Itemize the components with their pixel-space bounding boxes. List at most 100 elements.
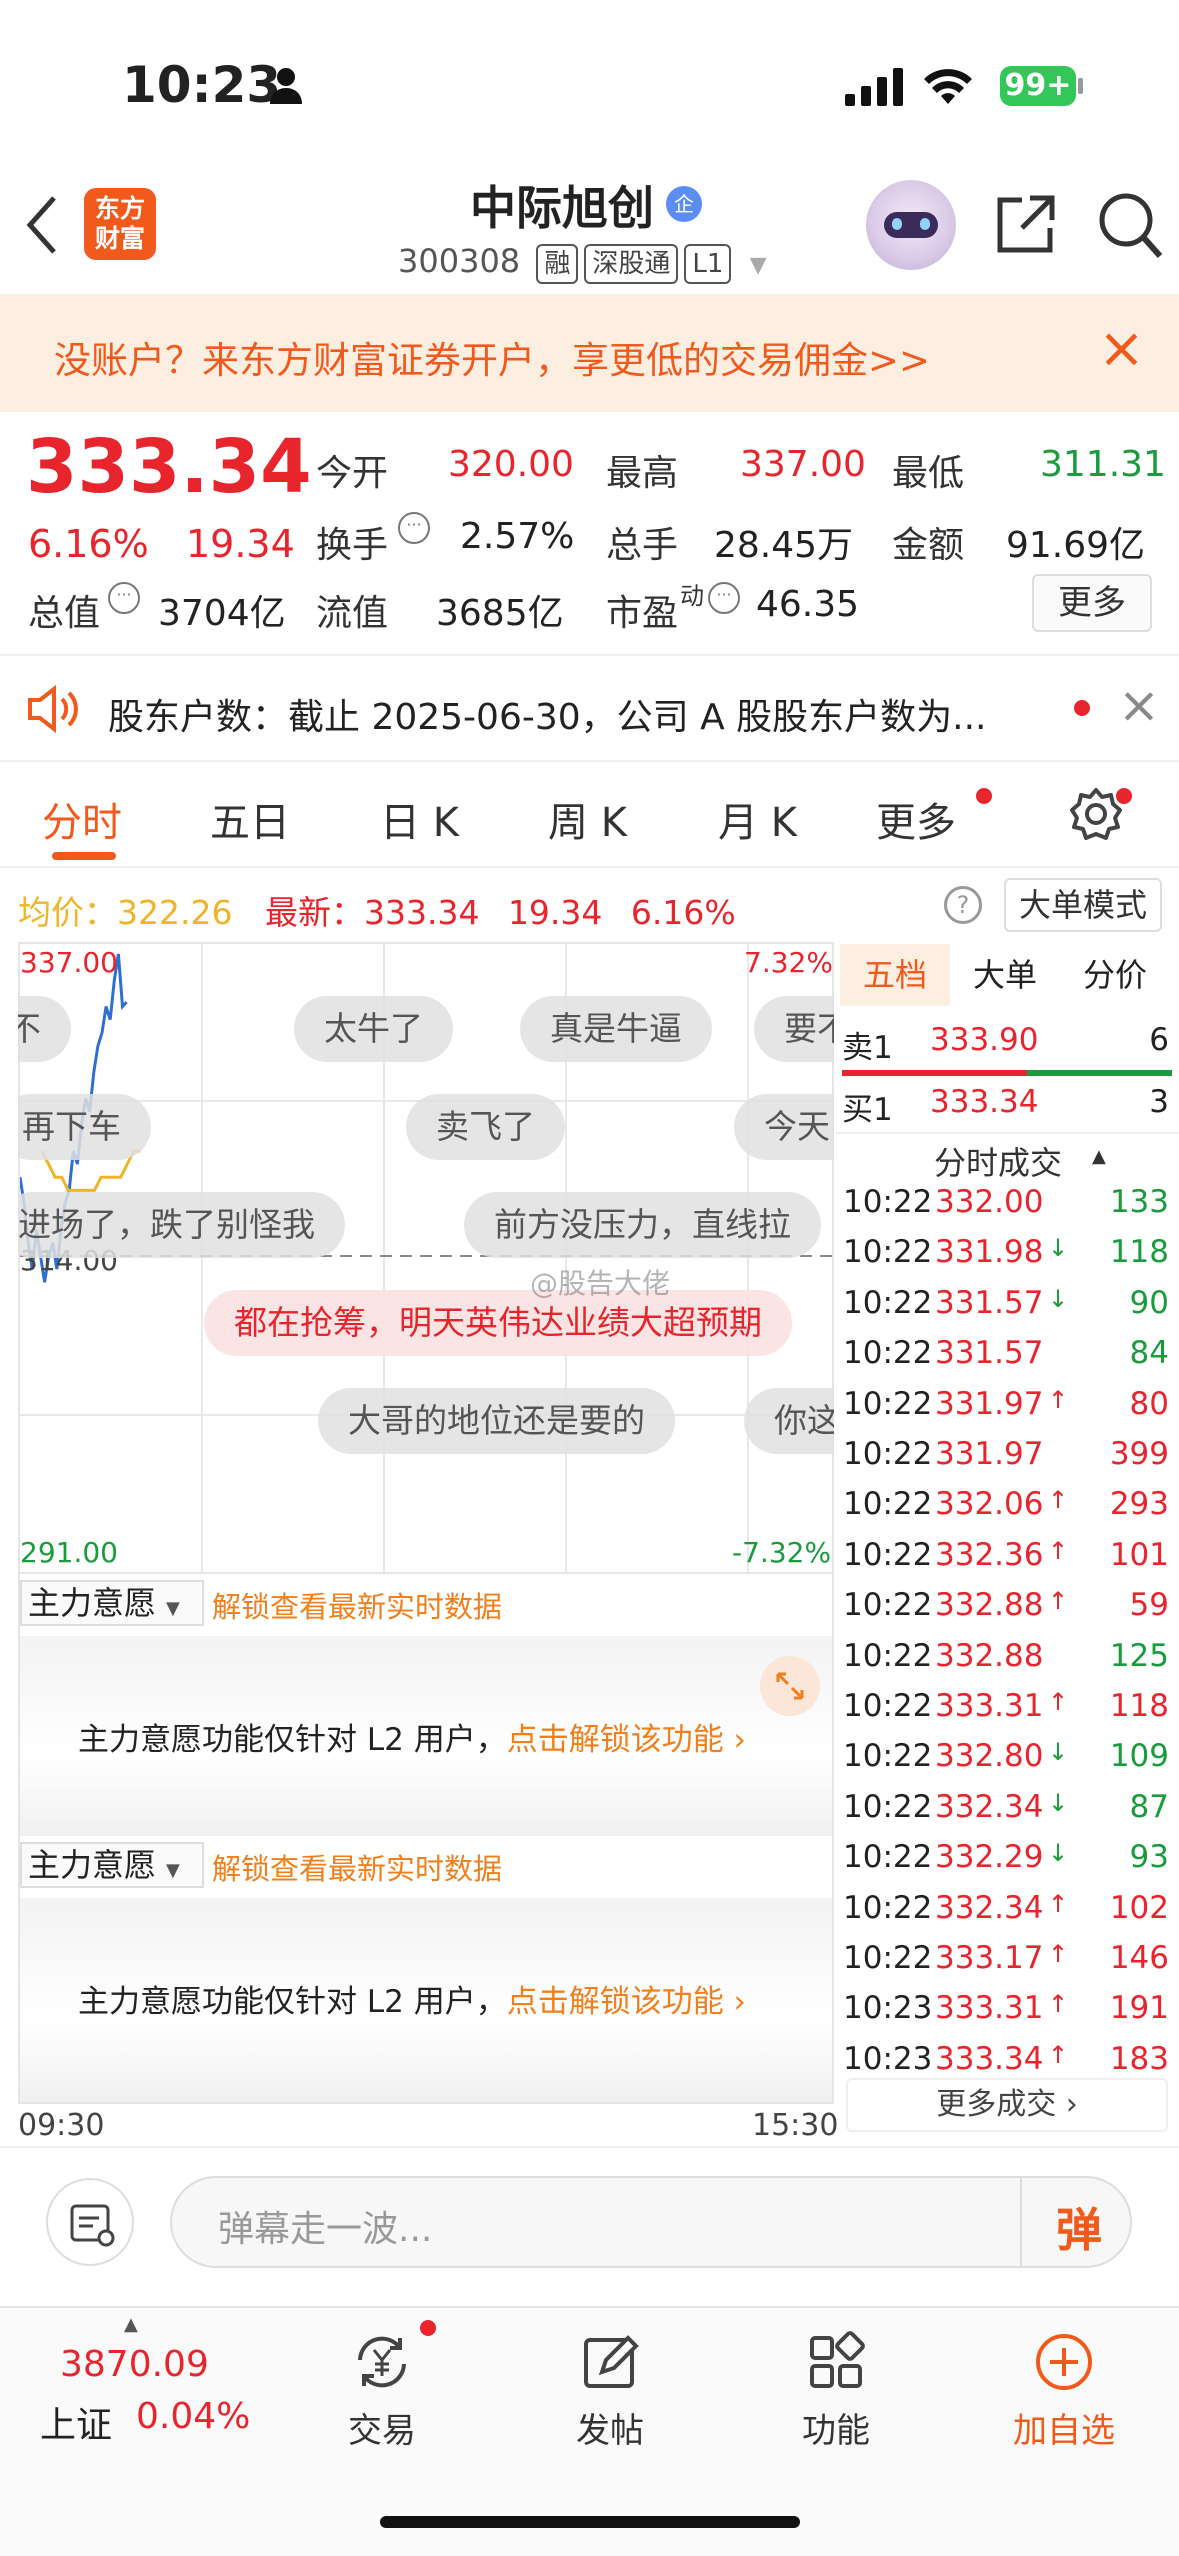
trade-row: 10:22 333.17 ↑ 146 [843,1940,1173,1990]
trade-price: 332.29 [935,1839,1044,1876]
trade-arrow: ↑ [1048,1889,1069,1918]
chevron-left-icon [26,196,56,254]
tab-daily-k[interactable]: 日 K [380,790,459,848]
danmu-settings-icon[interactable] [46,2178,134,2266]
trade-volume: 293 [1109,1486,1169,1523]
x-axis-start: 09:30 [18,2108,105,2143]
trade-price: 331.97 [935,1436,1044,1472]
trade-volume: 84 [1129,1335,1169,1372]
nav-post[interactable]: 发帖 [530,2330,690,2452]
latest-pct: 6.16% [630,893,736,932]
expand-icon[interactable] [760,1656,820,1716]
more-trades-button[interactable]: 更多成交 › [846,2078,1168,2132]
low-value: 311.31 [1040,444,1166,485]
trade-time: 10:22 [843,1587,933,1624]
trade-row: 10:22 333.31 ↑ 118 [843,1688,1173,1738]
latest-label: 最新： [264,893,364,932]
unlock-cta[interactable]: 点击解锁该功能 [507,1984,724,2020]
mcap-label: 总值 [28,593,101,634]
trade-time: 10:22 [843,1184,933,1220]
danmu-input[interactable]: 弹幕走一波... 弹 [170,2176,1132,2268]
turnover-value: 2.57% [460,516,575,557]
trade-time: 10:22 [843,1889,933,1926]
l2-message: 主力意愿功能仅针对 L2 用户，点击解锁该功能 › [78,1984,746,2020]
trade-row: 10:22 331.57 84 [843,1335,1173,1385]
trade-price: 332.34 [935,1788,1044,1825]
side-tab-5level[interactable]: 五档 [840,944,950,1006]
trade-volume: 191 [1109,1990,1169,2027]
trade-volume: 125 [1109,1637,1169,1674]
volume-value: 28.45万 [714,525,854,566]
unlock-cta[interactable]: 点击解锁该功能 [507,1722,724,1758]
nav-functions[interactable]: 功能 [756,2330,916,2452]
trade-volume: 80 [1129,1385,1169,1422]
sell1-label: 卖1 [842,1030,893,1066]
danmu-bubble: 都在抢筹，明天英伟达业绩大超预期 [204,1290,792,1356]
trade-row: 10:22 332.88 125 [843,1638,1173,1688]
tab-intraday[interactable]: 分时 [42,790,122,848]
grid-apps-icon [810,2331,865,2388]
tab-monthly-k[interactable]: 月 K [718,790,797,848]
trade-row: 10:22 331.98 ↓ 118 [843,1234,1173,1284]
trade-volume: 102 [1109,1889,1169,1926]
info-dots-icon[interactable]: ··· [708,582,740,614]
danmu-bubble: 再下车 [18,1094,151,1160]
caret-down-icon[interactable]: ▼ [750,253,767,278]
trade-volume: 87 [1129,1788,1169,1825]
trades-title[interactable]: 分时成交 [934,1138,1062,1184]
unlock-link[interactable]: 解锁查看最新实时数据 [212,1584,502,1626]
index-value[interactable]: 3870.09 [60,2344,209,2385]
notice-close-icon[interactable]: × [1118,676,1160,734]
trade-volume: 109 [1109,1738,1169,1775]
tab-5day[interactable]: 五日 [210,790,290,848]
danmu-send-button[interactable]: 弹 [1056,2194,1102,2260]
sell1-volume: 6 [1149,1022,1169,1058]
nav-add-watchlist[interactable]: 加自选 [984,2330,1144,2452]
side-tab-big-order[interactable]: 大单 [950,944,1060,1006]
float-value: 3685亿 [436,593,564,634]
more-button[interactable]: 更多 [1032,574,1152,632]
trade-row: 10:22 331.57 ↓ 90 [843,1285,1173,1335]
trade-time: 10:22 [843,1385,933,1422]
trade-price: 331.97 [935,1385,1044,1422]
search-icon[interactable] [1096,190,1164,260]
x-axis-end: 15:30 [752,2108,839,2143]
price-info-row: 均价：322.26 最新：333.34 19.34 6.16% [18,886,736,934]
notice-text[interactable]: 股东户数：截止 2025-06-30，公司 A 股股东户数为... [108,688,1038,740]
trade-arrow: ↓ [1048,1234,1069,1263]
panel-body: 主力意愿功能仅针对 L2 用户，点击解锁该功能 › [20,1898,832,2102]
tab-more[interactable]: 更多 [876,790,956,848]
tab-weekly-k[interactable]: 周 K [548,790,627,848]
trade-row: 10:22 332.06 ↑ 293 [843,1486,1173,1536]
danmu-bubble: 太牛了 [294,996,453,1062]
unlock-link[interactable]: 解锁查看最新实时数据 [212,1846,502,1888]
big-order-mode-button[interactable]: 大单模式 [1004,878,1162,932]
indicator-dropdown[interactable]: 主力意愿 ▼ [20,1580,204,1626]
trade-arrow: ↑ [1048,1688,1069,1716]
current-price: 333.34 [26,424,312,510]
side-tab-price[interactable]: 分价 [1060,944,1170,1006]
info-dots-icon[interactable]: ··· [398,512,430,544]
info-dots-icon[interactable]: ··· [108,582,140,614]
amount-value: 91.69亿 [1006,525,1146,566]
trade-arrow: ↑ [1048,1486,1069,1515]
help-icon[interactable]: ? [944,886,982,924]
tab-underline [52,852,116,860]
back-button[interactable] [22,190,72,260]
promo-banner[interactable]: 没账户？来东方财富证券开户，享更低的交易佣金>> × [0,294,1179,412]
index-name: 上证 [40,2405,113,2446]
nav-trade[interactable]: 交易 [302,2330,462,2452]
trade-time: 10:22 [843,1688,933,1724]
trade-row: 10:22 331.97 ↑ 80 [843,1386,1173,1436]
buy1-price: 333.34 [930,1084,1039,1120]
trade-volume: 399 [1109,1436,1169,1472]
share-icon[interactable] [992,192,1058,258]
close-icon[interactable]: × [1098,316,1145,381]
trade-time: 10:22 [843,1486,933,1523]
trade-time: 10:22 [843,1436,933,1472]
indicator-dropdown[interactable]: 主力意愿 ▼ [20,1842,204,1888]
robot-avatar-icon[interactable] [866,180,956,270]
trade-price: 332.00 [935,1184,1044,1220]
trade-price: 332.88 [935,1637,1044,1674]
indicator-panel-1: 主力意愿 ▼ 解锁查看最新实时数据 主力意愿功能仅针对 L2 用户，点击解锁该功能… [18,1574,834,1836]
